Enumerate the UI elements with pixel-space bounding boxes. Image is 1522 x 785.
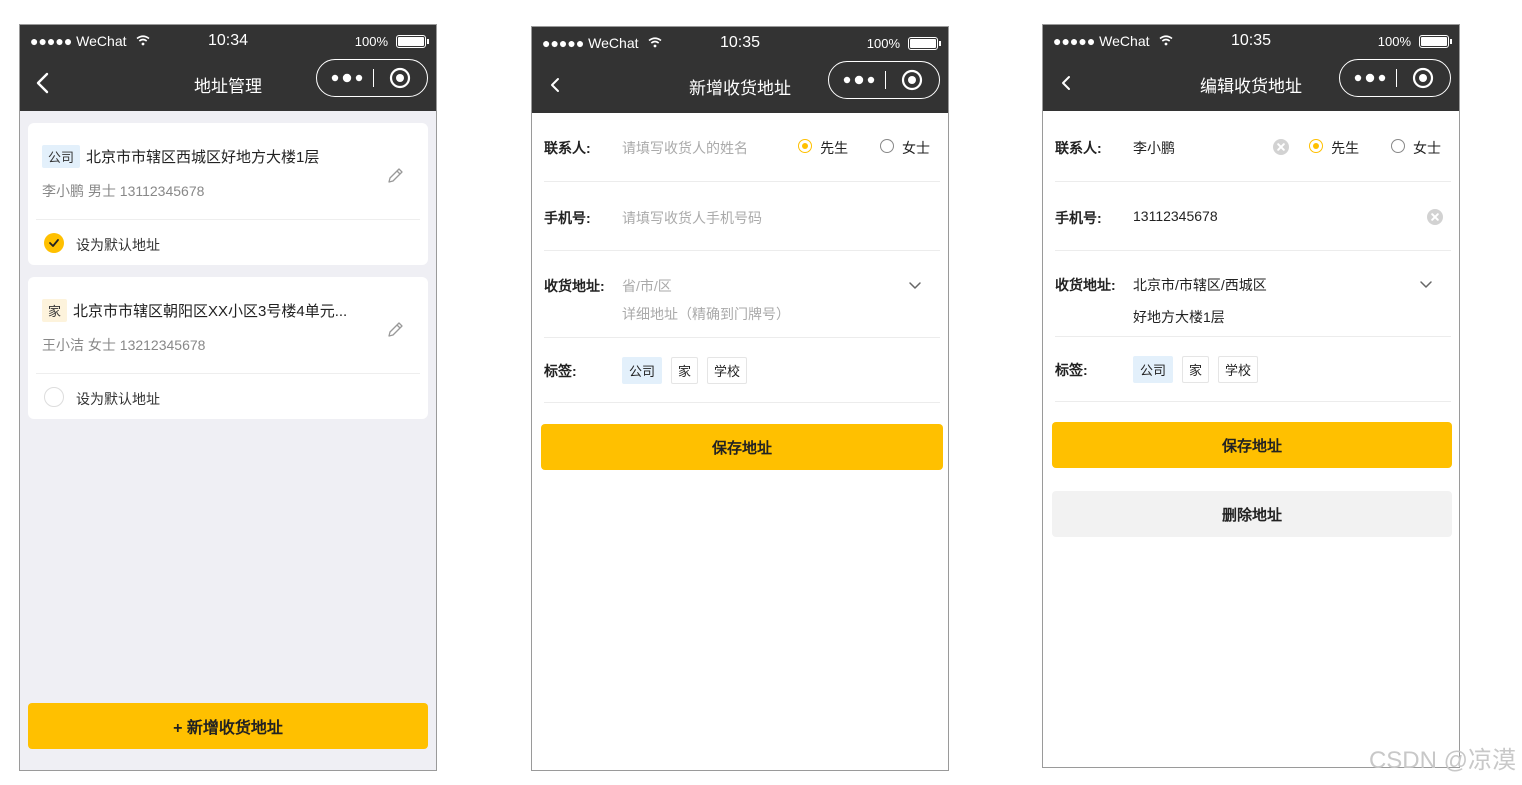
region-picker[interactable]: 北京市/市辖区/西城区: [1133, 275, 1267, 295]
tag-options: 公司家学校: [622, 357, 756, 384]
battery-percent: 100%: [354, 34, 388, 49]
address-row: 收货地址: 北京市/市辖区/西城区 好地方大楼1层: [1055, 251, 1451, 337]
more-menu-icon[interactable]: [329, 72, 365, 84]
card-divider: [36, 373, 420, 374]
mini-program-capsule: [316, 59, 428, 97]
radio-female-label: 女士: [902, 140, 930, 156]
nav-bar: 地址管理: [20, 55, 436, 111]
radio-male-label: 先生: [1331, 140, 1360, 156]
contact-input[interactable]: 请填写收货人的姓名: [622, 138, 748, 158]
address-line: 公司 北京市市辖区西城区好地方大楼1层: [42, 145, 319, 168]
address-row: 收货地址: 省/市/区 详细地址（精确到门牌号）: [544, 251, 940, 338]
battery-icon: [396, 35, 429, 48]
capsule-divider: [885, 71, 886, 89]
radio-female[interactable]: 女士: [880, 138, 930, 158]
contact-row: 联系人: 李小鹏 先生 女士: [1055, 113, 1451, 182]
contact-row: 联系人: 请填写收货人的姓名 先生 女士: [544, 113, 940, 182]
nav-bar: 编辑收货地址: [1043, 55, 1459, 111]
nav-bar: 新增收货地址: [532, 57, 948, 113]
phone-row: 手机号: 13112345678: [1055, 182, 1451, 251]
mini-program-capsule: [1339, 59, 1451, 97]
battery-icon: [908, 37, 941, 50]
radio-female-label: 女士: [1413, 140, 1441, 156]
tag-option-school[interactable]: 学校: [1218, 356, 1259, 383]
tag-option-company[interactable]: 公司: [622, 357, 663, 384]
phone-input[interactable]: 请填写收货人手机号码: [622, 208, 762, 228]
radio-male-label: 先生: [820, 140, 849, 156]
edit-pencil-icon[interactable]: [386, 165, 406, 185]
radio-unselected-icon: [1391, 139, 1405, 153]
capsule-divider: [1396, 69, 1397, 87]
chevron-down-icon[interactable]: [908, 278, 922, 292]
close-miniprogram-icon[interactable]: [389, 67, 411, 89]
status-bar: ●●●●● WeChat 10:35 100%: [1043, 25, 1459, 55]
address-tag: 家: [42, 299, 68, 322]
address-text: 北京市市辖区朝阳区XX小区3号楼4单元...: [73, 303, 348, 320]
more-menu-icon[interactable]: [841, 74, 877, 86]
phone-label: 手机号:: [544, 210, 591, 226]
contact-label: 联系人:: [1055, 140, 1102, 156]
status-bar: ●●●●● WeChat 10:35 100%: [532, 27, 948, 57]
battery-percent: 100%: [1377, 34, 1411, 49]
default-address-label: 设为默认地址: [76, 391, 160, 407]
region-picker[interactable]: 省/市/区: [622, 276, 672, 296]
clear-input-icon[interactable]: [1427, 209, 1443, 225]
radio-male[interactable]: 先生: [798, 138, 848, 158]
radio-selected-icon: [1309, 139, 1324, 153]
address-text: 北京市市辖区西城区好地方大楼1层: [86, 149, 320, 166]
status-bar: ●●●●● WeChat 10:34 100%: [20, 25, 436, 55]
save-address-button[interactable]: 保存地址: [1052, 422, 1452, 468]
contact-line: 王小洁 女士 13212345678: [42, 337, 206, 353]
tag-option-school[interactable]: 学校: [707, 357, 748, 384]
close-miniprogram-icon[interactable]: [1412, 67, 1434, 89]
contact-line: 李小鹏 男士 13112345678: [42, 183, 205, 199]
edit-address-screen: ●●●●● WeChat 10:35 100% 编辑收货地址 联系人: 李小鹏: [1042, 24, 1460, 768]
address-list-screen: ●●●●● WeChat 10:34 100% 地址管理 公司北京市市辖区西城: [19, 24, 437, 771]
add-address-button[interactable]: + 新增收货地址: [28, 703, 428, 749]
phone-label: 手机号:: [1055, 210, 1102, 226]
phone-row: 手机号: 请填写收货人手机号码: [544, 182, 940, 251]
save-address-button[interactable]: 保存地址: [541, 424, 943, 470]
gender-radio-group: 先生 女士: [770, 138, 930, 158]
detail-address-input[interactable]: 详细地址（精确到门牌号）: [622, 304, 790, 324]
close-miniprogram-icon[interactable]: [901, 69, 923, 91]
capsule-divider: [373, 69, 374, 87]
chevron-down-icon[interactable]: [1419, 277, 1433, 291]
radio-selected-icon: [798, 139, 813, 153]
new-address-screen: ●●●●● WeChat 10:35 100% 新增收货地址 联系人: 请填写收…: [531, 26, 949, 771]
delete-address-button[interactable]: 删除地址: [1052, 491, 1452, 537]
address-card[interactable]: 公司 北京市市辖区西城区好地方大楼1层 李小鹏 男士 13112345678 设为…: [28, 123, 428, 265]
tag-row: 标签: 公司家学校: [1055, 337, 1451, 402]
address-label: 收货地址:: [544, 278, 605, 294]
tag-option-home[interactable]: 家: [1182, 356, 1210, 383]
default-address-label: 设为默认地址: [76, 237, 160, 253]
address-label: 收货地址:: [1055, 277, 1116, 293]
radio-male[interactable]: 先生: [1309, 138, 1359, 158]
address-line: 家北京市市辖区朝阳区XX小区3号楼4单元...: [42, 299, 347, 322]
address-card[interactable]: 家北京市市辖区朝阳区XX小区3号楼4单元... 王小洁 女士 132123456…: [28, 277, 428, 419]
card-divider: [36, 219, 420, 220]
radio-unselected-icon: [880, 139, 894, 153]
tag-option-home[interactable]: 家: [671, 357, 699, 384]
contact-input[interactable]: 李小鹏: [1133, 138, 1175, 158]
mini-program-capsule: [828, 61, 940, 99]
checked-circle-icon[interactable]: [44, 233, 64, 253]
battery-percent: 100%: [866, 36, 900, 51]
edit-pencil-icon[interactable]: [386, 319, 406, 339]
tag-label: 标签:: [1055, 362, 1088, 378]
battery-icon: [1419, 35, 1452, 48]
phone-input[interactable]: 13112345678: [1133, 208, 1218, 224]
radio-female[interactable]: 女士: [1391, 138, 1441, 158]
unchecked-circle-icon[interactable]: [44, 387, 64, 407]
contact-label: 联系人:: [544, 140, 591, 156]
tag-label: 标签:: [544, 363, 577, 379]
watermark: CSDN @凉漠: [1368, 747, 1516, 774]
detail-address-input[interactable]: 好地方大楼1层: [1133, 307, 1225, 327]
tag-option-company[interactable]: 公司: [1133, 356, 1174, 383]
address-tag: 公司: [42, 145, 81, 168]
tag-options: 公司家学校: [1133, 356, 1267, 383]
tag-row: 标签: 公司家学校: [544, 338, 940, 403]
gender-radio-group: 先生 女士: [1281, 138, 1441, 158]
more-menu-icon[interactable]: [1352, 72, 1388, 84]
